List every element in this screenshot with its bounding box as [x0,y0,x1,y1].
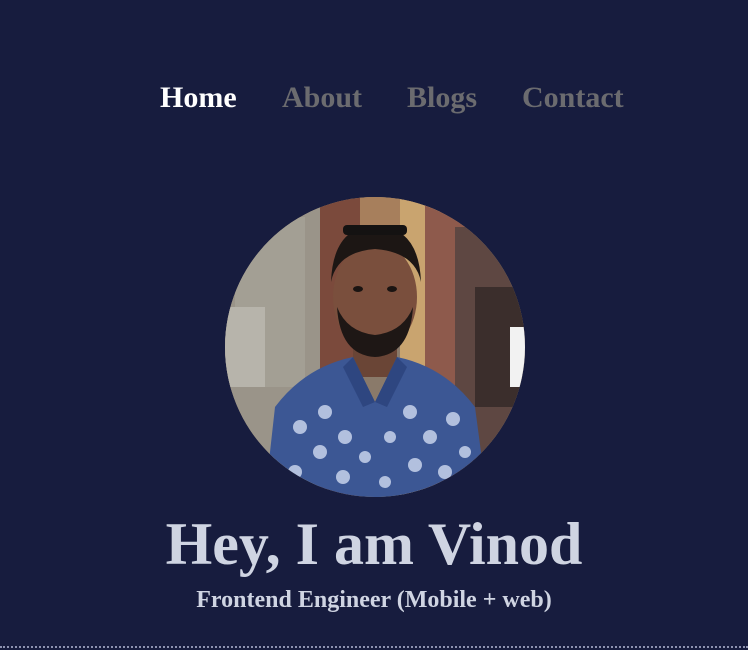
nav-link-blogs[interactable]: Blogs [407,78,477,118]
nav-link-about[interactable]: About [282,78,362,118]
page: Home About Blogs Contact Hey, I am Vinod… [0,0,748,650]
nav-link-contact[interactable]: Contact [522,78,624,118]
profile-photo-icon [225,197,525,497]
top-nav: Home About Blogs Contact [0,78,748,118]
profile-avatar [225,197,525,497]
hero-subtitle: Frontend Engineer (Mobile + web) [196,587,552,613]
nav-link-home[interactable]: Home [160,78,237,118]
section-divider [0,646,748,648]
hero-headline: Hey, I am Vinod [165,511,583,577]
